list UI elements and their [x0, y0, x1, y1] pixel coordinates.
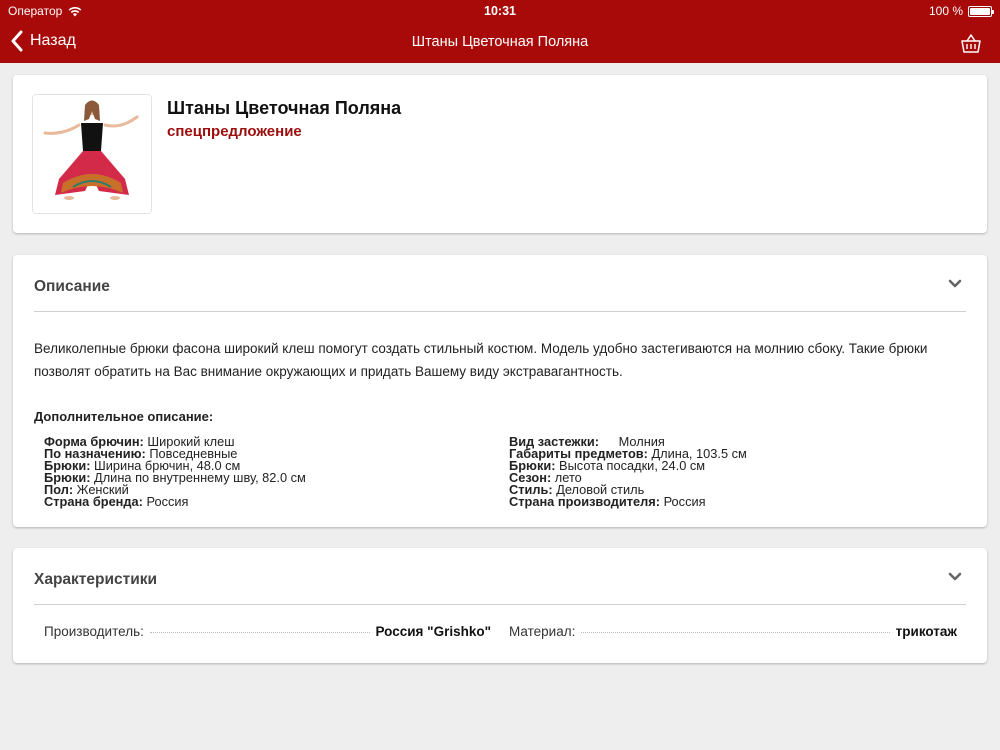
product-name: Штаны Цветочная Поляна — [167, 98, 402, 118]
extra-description-title: Дополнительное описание: — [34, 409, 214, 424]
description-section: Описание Великолепные брюки фасона широк… — [13, 255, 987, 527]
product-image[interactable] — [32, 94, 152, 214]
battery-icon — [968, 5, 994, 17]
navigation-bar: Назад Штаны Цветочная Поляна — [0, 22, 1000, 63]
special-offer-badge: спецпредложение — [167, 123, 302, 140]
characteristics-title: Характеристики — [34, 571, 158, 588]
status-bar: Оператор 10:31 100 % — [0, 0, 1000, 22]
characteristics-section: Характеристики Производитель: Россия "Gr… — [13, 548, 987, 663]
property-label: Страна бренда: — [44, 494, 143, 509]
characteristic-label: Производитель: — [44, 624, 144, 639]
characteristic-value: трикотаж — [895, 624, 957, 639]
dotted-leader — [149, 632, 370, 633]
page-title: Штаны Цветочная Поляна — [411, 34, 589, 50]
property-row: Страна бренда: Россия — [44, 494, 484, 509]
characteristic-label: Материал: — [509, 624, 576, 639]
characteristic-value: Россия "Grishko" — [375, 624, 492, 639]
clock: 10:31 — [484, 4, 516, 18]
product-card: Штаны Цветочная Поляна спецпредложение — [13, 75, 987, 233]
dotted-leader — [581, 632, 890, 633]
description-header[interactable]: Описание — [34, 255, 966, 312]
properties-right: Вид застежки: Молния Габариты предметов:… — [509, 435, 969, 509]
property-label: Страна производителя: — [509, 494, 661, 509]
battery-indicator: 100 % — [928, 4, 994, 18]
battery-percent: 100 % — [928, 4, 963, 18]
characteristic-manufacturer: Производитель: Россия "Grishko" — [44, 624, 491, 639]
chevron-down-icon[interactable] — [948, 279, 962, 289]
product-photo-icon — [33, 95, 151, 213]
property-row: Страна производителя: Россия — [509, 494, 969, 509]
characteristic-material: Материал: трикотаж — [509, 624, 957, 639]
chevron-down-icon[interactable] — [948, 572, 962, 582]
description-title: Описание — [34, 278, 110, 295]
property-value: Россия — [663, 494, 706, 509]
property-value: Россия — [146, 494, 189, 509]
characteristics-header[interactable]: Характеристики — [34, 548, 966, 605]
basket-icon[interactable] — [960, 32, 982, 54]
properties-left: Форма брючин: Широкий клеш По назначению… — [44, 435, 484, 509]
description-text: Великолепные брюки фасона широкий клеш п… — [34, 341, 928, 379]
